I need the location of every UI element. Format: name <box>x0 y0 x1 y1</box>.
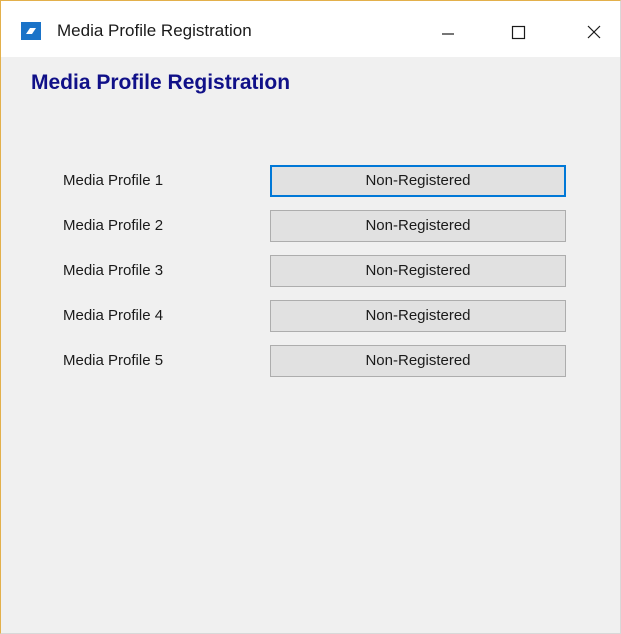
media-profile-3-button[interactable]: Non-Registered <box>270 255 566 287</box>
maximize-button[interactable] <box>495 13 541 49</box>
media-profile-registration-window: Media Profile Registration Media Profile… <box>0 0 621 634</box>
close-icon <box>587 25 601 39</box>
resize-grip[interactable] <box>613 626 617 630</box>
media-profile-1-label: Media Profile 1 <box>63 172 164 189</box>
media-profile-1-button[interactable]: Non-Registered <box>270 165 566 197</box>
page-heading: Media Profile Registration <box>31 71 291 94</box>
close-button[interactable] <box>571 13 617 49</box>
window-title: Media Profile Registration <box>57 21 252 40</box>
media-profile-2-button[interactable]: Non-Registered <box>270 210 566 242</box>
minimize-icon <box>442 33 454 35</box>
minimize-button[interactable] <box>425 13 471 49</box>
media-profile-5-label: Media Profile 5 <box>63 352 164 369</box>
media-profile-3-label: Media Profile 3 <box>63 262 164 279</box>
media-profile-2-label: Media Profile 2 <box>63 217 164 234</box>
title-bar[interactable]: Media Profile Registration <box>1 1 620 57</box>
app-icon <box>21 22 41 40</box>
maximize-icon <box>511 25 526 40</box>
media-profile-5-button[interactable]: Non-Registered <box>270 345 566 377</box>
media-profile-4-label: Media Profile 4 <box>63 307 164 324</box>
media-profile-4-button[interactable]: Non-Registered <box>270 300 566 332</box>
